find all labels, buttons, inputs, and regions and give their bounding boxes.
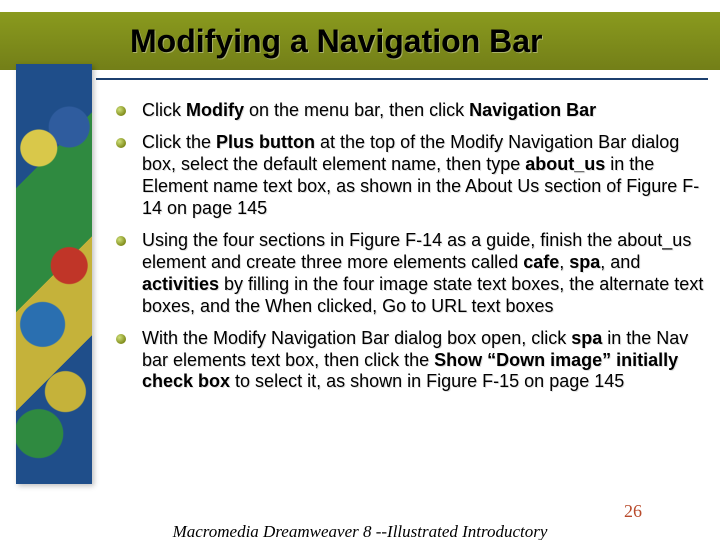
text: on the menu bar, then click: [244, 100, 469, 120]
text: by filling in the four image state text …: [142, 274, 703, 316]
bold-text: Navigation Bar: [469, 100, 596, 120]
bold-text: Plus button: [216, 132, 315, 152]
decorative-art-strip: [16, 64, 92, 484]
title-divider: [96, 78, 708, 80]
bullet-item: Click the Plus button at the top of the …: [116, 132, 704, 220]
bullet-item: Using the four sections in Figure F-14 a…: [116, 230, 704, 318]
bold-text: activities: [142, 274, 219, 294]
bold-text: spa: [571, 328, 602, 348]
page-number: 26: [624, 501, 642, 522]
title-band: Modifying a Navigation Bar: [0, 12, 720, 70]
bold-text: spa: [569, 252, 600, 272]
text: ,: [559, 252, 569, 272]
slide-title: Modifying a Navigation Bar: [130, 23, 542, 60]
text: Click the: [142, 132, 216, 152]
text: , and: [600, 252, 640, 272]
bullet-list: Click Modify on the menu bar, then click…: [116, 100, 704, 393]
text: to select it, as shown in Figure F-15 on…: [230, 371, 624, 391]
bold-text: Modify: [186, 100, 244, 120]
bullet-item: With the Modify Navigation Bar dialog bo…: [116, 328, 704, 394]
bold-text: cafe: [523, 252, 559, 272]
content-area: Click Modify on the menu bar, then click…: [116, 100, 704, 403]
slide: Modifying a Navigation Bar Click Modify …: [0, 0, 720, 540]
footer-text: Macromedia Dreamweaver 8 --Illustrated I…: [0, 522, 720, 540]
text: Click: [142, 100, 186, 120]
bullet-item: Click Modify on the menu bar, then click…: [116, 100, 704, 122]
text: With the Modify Navigation Bar dialog bo…: [142, 328, 571, 348]
bold-text: about_us: [525, 154, 605, 174]
